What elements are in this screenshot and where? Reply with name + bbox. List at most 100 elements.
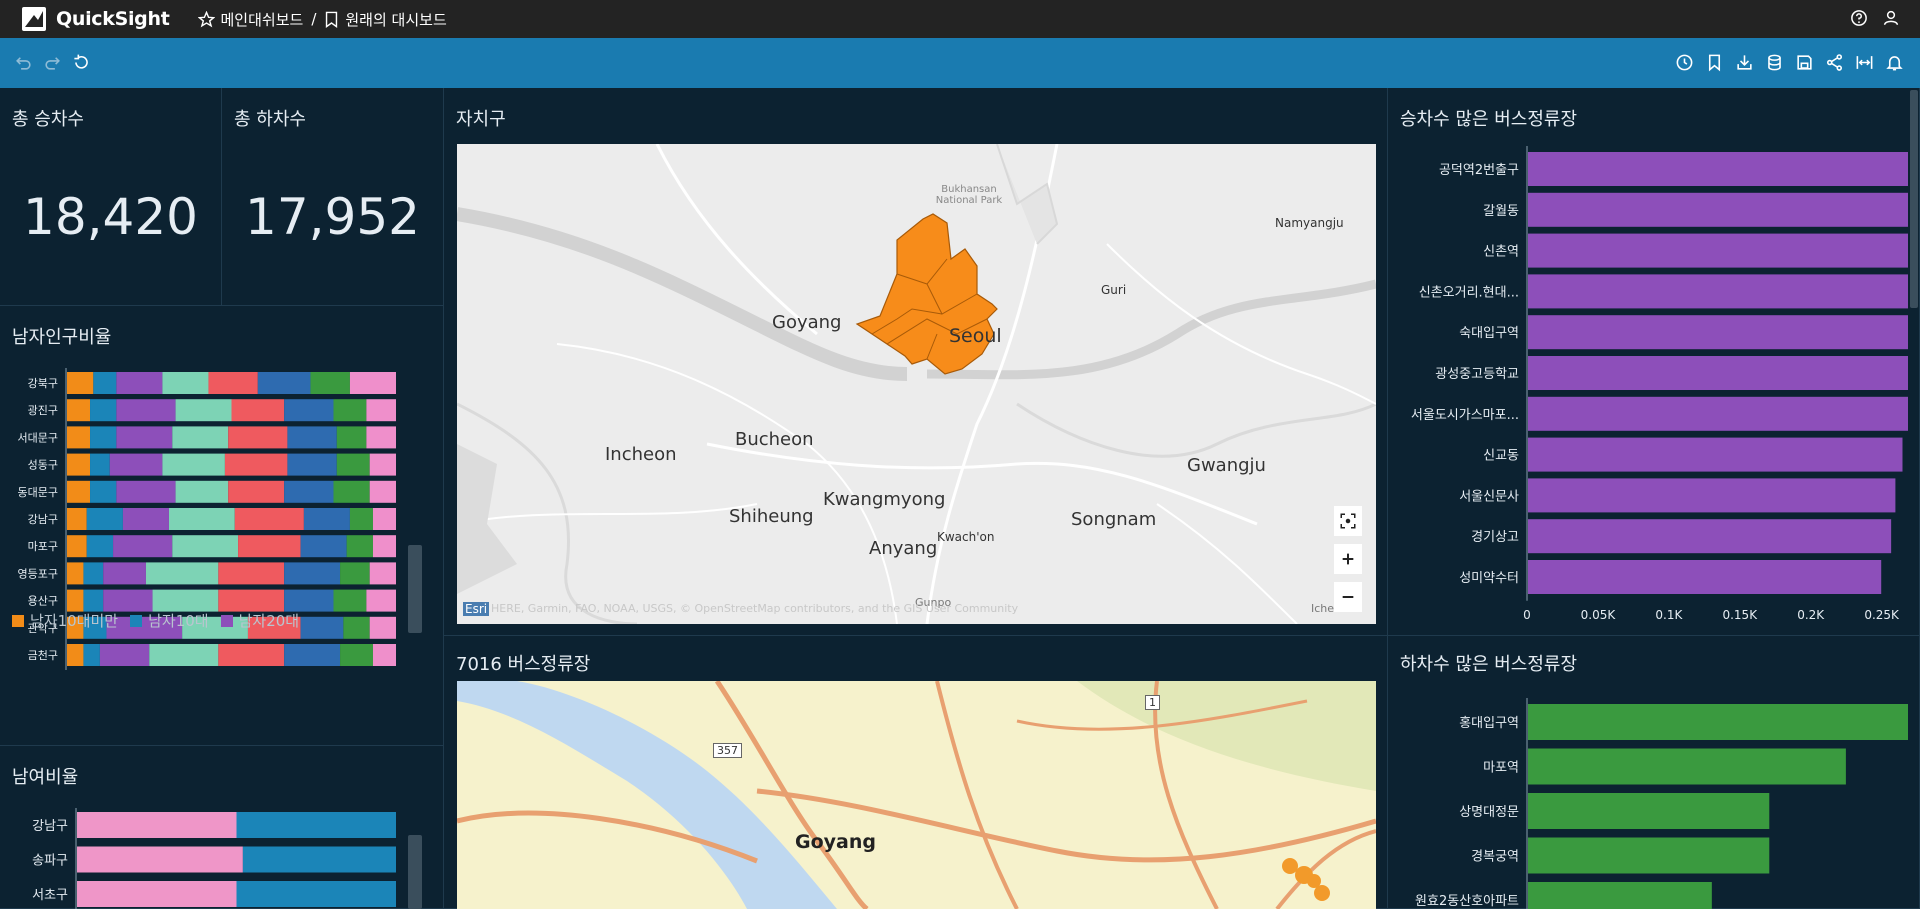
male-ratio-segment[interactable] bbox=[336, 426, 367, 449]
male-ratio-segment[interactable] bbox=[284, 589, 334, 612]
male-ratio-segment[interactable] bbox=[300, 535, 347, 558]
boarding-bar[interactable] bbox=[1528, 560, 1882, 594]
male-ratio-segment[interactable] bbox=[336, 453, 370, 476]
male-ratio-segment[interactable] bbox=[67, 399, 91, 422]
redo-icon[interactable] bbox=[43, 53, 62, 72]
schedule-icon[interactable] bbox=[1675, 53, 1694, 72]
male-ratio-segment[interactable] bbox=[109, 453, 163, 476]
male-ratio-segment[interactable] bbox=[218, 562, 285, 585]
male-ratio-segment[interactable] bbox=[172, 426, 229, 449]
male-ratio-segment[interactable] bbox=[83, 644, 100, 666]
male-ratio-segment[interactable] bbox=[238, 535, 301, 558]
kpi-alightings-panel[interactable]: 총 하차수 17,952 bbox=[222, 88, 444, 306]
male-ratio-segment[interactable] bbox=[149, 644, 219, 666]
male-ratio-segment[interactable] bbox=[231, 399, 285, 422]
male-ratio-segment[interactable] bbox=[372, 508, 396, 530]
boarding-bar[interactable] bbox=[1528, 437, 1903, 472]
fit-width-icon[interactable] bbox=[1855, 53, 1874, 72]
male-ratio-segment[interactable] bbox=[90, 426, 117, 449]
map-attribution-logo[interactable]: Esri bbox=[463, 602, 490, 616]
male-ratio-segment[interactable] bbox=[224, 453, 288, 476]
male-ratio-segment[interactable] bbox=[257, 372, 311, 394]
alighting-bar[interactable] bbox=[1528, 748, 1846, 785]
male-ratio-segment[interactable] bbox=[122, 508, 169, 530]
gender-ratio-female-bar[interactable] bbox=[77, 881, 237, 907]
gender-ratio-male-bar[interactable] bbox=[242, 846, 396, 873]
male-ratio-segment[interactable] bbox=[67, 535, 87, 558]
boarding-bar[interactable] bbox=[1528, 152, 1908, 186]
alighting-chart[interactable]: 홍대입구역마포역상명대정문경복궁역원효2동산호아파트 bbox=[1388, 692, 1908, 909]
male-ratio-segment[interactable] bbox=[349, 508, 373, 530]
male-ratio-segment[interactable] bbox=[162, 453, 225, 476]
male-ratio-segment[interactable] bbox=[175, 399, 232, 422]
male-ratio-segment[interactable] bbox=[234, 508, 304, 530]
male-ratio-segment[interactable] bbox=[369, 453, 396, 476]
kpi-boardings-panel[interactable]: 총 승차수 18,420 bbox=[0, 88, 222, 306]
male-ratio-segment[interactable] bbox=[372, 644, 396, 666]
male-ratio-segment[interactable] bbox=[67, 508, 87, 530]
male-ratio-segment[interactable] bbox=[116, 426, 173, 449]
male-ratio-segment[interactable] bbox=[162, 372, 209, 394]
reset-icon[interactable] bbox=[72, 53, 91, 72]
district-map[interactable]: Goyang Seoul Incheon Bucheon Gwangju Shi… bbox=[457, 144, 1376, 624]
male-ratio-segment[interactable] bbox=[103, 562, 146, 585]
bus-stop-marker[interactable] bbox=[1314, 885, 1330, 901]
male-ratio-segment[interactable] bbox=[83, 562, 104, 585]
male-ratio-segment[interactable] bbox=[208, 372, 258, 394]
male-ratio-segment[interactable] bbox=[99, 644, 150, 666]
male-ratio-scrollbar[interactable] bbox=[408, 545, 422, 633]
male-ratio-segment[interactable] bbox=[67, 453, 91, 476]
help-icon[interactable] bbox=[1850, 9, 1868, 27]
gender-ratio-male-bar[interactable] bbox=[236, 881, 397, 907]
male-ratio-segment[interactable] bbox=[168, 508, 235, 530]
male-ratio-segment[interactable] bbox=[67, 426, 91, 449]
male-ratio-segment[interactable] bbox=[300, 616, 344, 639]
notification-icon[interactable] bbox=[1885, 53, 1904, 72]
male-ratio-segment[interactable] bbox=[228, 426, 288, 449]
male-ratio-segment[interactable] bbox=[86, 508, 123, 530]
male-ratio-segment[interactable] bbox=[103, 589, 153, 612]
male-ratio-segment[interactable] bbox=[67, 562, 84, 585]
save-icon[interactable] bbox=[1795, 53, 1814, 72]
male-ratio-segment[interactable] bbox=[83, 589, 104, 612]
male-ratio-segment[interactable] bbox=[366, 399, 396, 422]
male-ratio-segment[interactable] bbox=[90, 480, 117, 503]
male-ratio-segment[interactable] bbox=[86, 535, 114, 558]
male-ratio-segment[interactable] bbox=[333, 399, 367, 422]
male-ratio-segment[interactable] bbox=[284, 562, 341, 585]
boarding-bar[interactable] bbox=[1528, 478, 1896, 513]
export-icon[interactable] bbox=[1735, 53, 1754, 72]
alighting-bar[interactable] bbox=[1528, 837, 1770, 874]
male-ratio-segment[interactable] bbox=[218, 644, 285, 666]
male-ratio-segment[interactable] bbox=[67, 480, 91, 503]
gender-ratio-male-bar[interactable] bbox=[236, 812, 397, 838]
legend-item[interactable]: 남자10대미만 bbox=[12, 610, 118, 631]
male-ratio-segment[interactable] bbox=[372, 535, 396, 558]
male-ratio-segment[interactable] bbox=[284, 480, 334, 503]
male-ratio-segment[interactable] bbox=[369, 616, 396, 639]
male-ratio-segment[interactable] bbox=[284, 644, 341, 666]
boarding-bar[interactable] bbox=[1528, 519, 1892, 554]
male-ratio-segment[interactable] bbox=[284, 399, 334, 422]
quicksight-logo[interactable]: QuickSight bbox=[22, 7, 170, 31]
stop-map[interactable]: Goyang 357 1 bbox=[457, 681, 1376, 909]
male-ratio-segment[interactable] bbox=[369, 562, 396, 585]
boarding-scrollbar[interactable] bbox=[1910, 90, 1918, 308]
male-ratio-segment[interactable] bbox=[340, 562, 370, 585]
share-icon[interactable] bbox=[1825, 53, 1844, 72]
boarding-bar[interactable] bbox=[1528, 356, 1908, 390]
star-icon[interactable] bbox=[197, 10, 215, 28]
male-ratio-segment[interactable] bbox=[333, 480, 370, 503]
male-ratio-segment[interactable] bbox=[67, 372, 94, 394]
male-ratio-segment[interactable] bbox=[90, 453, 110, 476]
male-ratio-segment[interactable] bbox=[67, 644, 84, 666]
male-ratio-segment[interactable] bbox=[113, 535, 173, 558]
male-ratio-segment[interactable] bbox=[218, 589, 285, 612]
male-ratio-segment[interactable] bbox=[152, 589, 219, 612]
user-icon[interactable] bbox=[1882, 9, 1900, 27]
male-ratio-segment[interactable] bbox=[116, 480, 176, 503]
dataset-icon[interactable] bbox=[1765, 53, 1784, 72]
alighting-bar[interactable] bbox=[1528, 793, 1770, 829]
male-ratio-segment[interactable] bbox=[172, 535, 239, 558]
alighting-bar[interactable] bbox=[1528, 882, 1712, 909]
